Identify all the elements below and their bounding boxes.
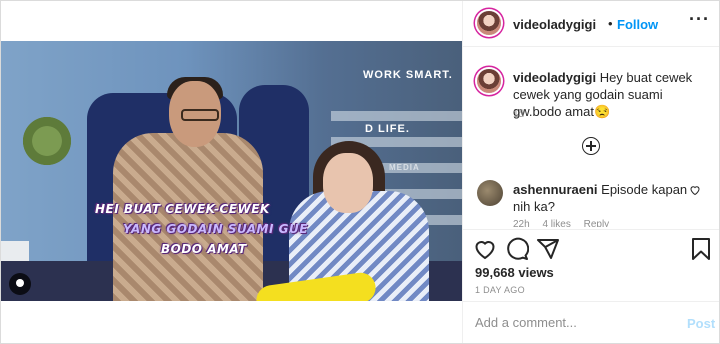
comment-composer: Post [463,301,719,343]
load-more-comments-icon[interactable] [582,137,600,155]
media-area: WORK SMART. D LIFE. MEDIA HEI BUAT CEWEK… [1,1,463,343]
view-count[interactable]: 99,668 views [475,265,554,280]
post-side-panel: videoladygigi • Follow ··· videoladygigi… [463,1,719,343]
share-icon[interactable] [536,237,560,261]
caption-username[interactable]: videoladygigi [513,70,596,85]
caption-avatar[interactable] [477,69,501,93]
comment-username[interactable]: ashennuraeni [513,182,598,197]
add-comment-input[interactable] [475,313,665,331]
video-sign-mid: D LIFE. [365,123,410,135]
volume-icon[interactable] [9,273,31,295]
video-player[interactable]: WORK SMART. D LIFE. MEDIA HEI BUAT CEWEK… [1,41,462,301]
header-username[interactable]: videoladygigi [513,17,596,32]
plant-decor [21,115,73,167]
comment-meta: 22h 4 likes Reply [513,219,619,227]
video-sign-small: MEDIA [389,163,420,172]
caption-time[interactable]: 1d [513,109,524,120]
comment-item: ashennuraeni Episode kapan nih ka? [513,181,691,215]
comment-heart-icon[interactable] [689,184,701,196]
header-divider [463,46,719,47]
follow-button[interactable]: Follow [617,17,658,32]
more-options-icon[interactable]: ··· [689,9,710,30]
header-separator: • [608,16,613,31]
composer-divider [463,301,719,302]
heart-icon[interactable] [473,237,497,261]
action-bar [463,229,719,289]
post-button[interactable]: Post [687,316,715,331]
comment-avatar[interactable] [477,180,503,206]
comment-icon[interactable] [505,237,529,261]
bookmark-icon[interactable] [689,237,713,261]
post-dialog: WORK SMART. D LIFE. MEDIA HEI BUAT CEWEK… [0,0,720,344]
subtitle-line-3: BODO AMAT [161,242,247,256]
comment-reply[interactable]: Reply [584,219,610,227]
person-left [113,133,263,301]
comment-time: 22h [513,219,530,227]
comment-likes[interactable]: 4 likes [542,219,570,227]
posted-time[interactable]: 1 DAY AGO [475,285,525,295]
subtitle-line-2: YANG GODAIN SUAMI GUE [123,222,308,236]
video-sign-top: WORK SMART. [363,69,453,81]
author-avatar[interactable] [477,11,501,35]
caption: videoladygigi Hey buat cewek cewek yang … [513,69,709,120]
subtitle-line-1: HEI BUAT CEWEK-CEWEK [95,202,270,216]
glasses [181,109,219,121]
actions-divider [463,229,719,230]
stair-stripe [331,111,462,121]
